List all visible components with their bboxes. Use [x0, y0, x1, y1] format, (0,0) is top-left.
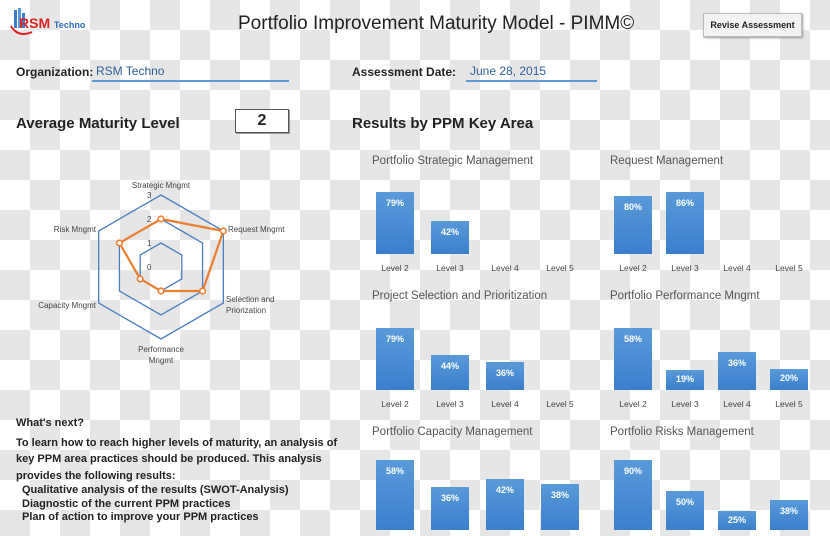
- bar-category-label: Level 4: [491, 399, 519, 409]
- radar-grid-ring: [118, 218, 204, 316]
- radar-axis-label: Capacity Mngmt: [38, 301, 97, 310]
- average-maturity-label: Average Maturity Level: [16, 115, 180, 132]
- next-item: Diagnostic of the current PPM practices: [22, 497, 231, 510]
- bar: 25%: [718, 510, 756, 530]
- logo-mark-icon: RSM Techno: [10, 8, 86, 35]
- bar: 79%: [376, 192, 414, 254]
- page-title: Portfolio Improvement Maturity Model - P…: [238, 13, 635, 34]
- rsm-techno-logo: RSM Techno: [8, 8, 108, 38]
- revise-assessment-button[interactable]: Revise Assessment: [703, 13, 802, 37]
- bar-chart-title: Portfolio Risks Management: [610, 426, 754, 438]
- radar-axis-label: Request Mngmt: [228, 225, 285, 234]
- svg-text:Techno: Techno: [54, 20, 86, 30]
- bar: 80%: [614, 196, 652, 254]
- bar: 42%: [486, 479, 524, 530]
- bar-category-label: Level 4: [723, 399, 751, 409]
- radar-axis-label: Mngmt: [149, 356, 174, 365]
- bar: 86%: [666, 192, 704, 254]
- bar: 38%: [770, 500, 808, 530]
- radar-chart: 0 1 2 3Strategic Mngmt Request Mngmt Selectio…: [38, 181, 285, 365]
- bar: 50%: [666, 491, 704, 530]
- bar: 79%: [376, 328, 414, 390]
- radar-tick-label: 1: [147, 239, 152, 248]
- bar-category-label: Level 5: [546, 399, 574, 409]
- whats-next-heading: What's next?: [16, 417, 85, 429]
- assessment-date-field[interactable]: June 28, 2015: [466, 64, 597, 82]
- average-maturity-value: 2: [235, 109, 289, 133]
- radar-axis-label: Performance: [138, 345, 184, 354]
- radar-axis-label: Strategic Mngmt: [132, 181, 191, 190]
- next-item: Plan of action to improve your PPM pract…: [22, 511, 259, 523]
- bar-chart-title: Project Selection and Prioritization: [372, 290, 548, 302]
- bar: 42%: [431, 221, 469, 254]
- bar-category-label: Level 5: [775, 263, 803, 273]
- bar-category-label: Level 4: [723, 263, 751, 273]
- next-item: Qualitative analysis of the results (SWO…: [22, 484, 289, 496]
- radar-tick-label: 0: [147, 263, 152, 272]
- bar-chart-title: Portfolio Performance Mngmt: [610, 290, 760, 302]
- bar-category-label: Level 5: [775, 399, 803, 409]
- bar: 20%: [770, 368, 808, 390]
- whats-next-section: What's next? To learn how to reach highe…: [16, 415, 346, 525]
- bar-chart-title: Portfolio Capacity Management: [372, 426, 533, 438]
- bar: 44%: [431, 355, 469, 390]
- radar-axis-label: Risk Mngmt: [54, 225, 97, 234]
- bar-category-label: Level 2: [381, 399, 409, 409]
- bar: 19%: [666, 369, 704, 390]
- bar: 36%: [718, 351, 756, 390]
- organization-label: Organization:: [16, 65, 94, 79]
- bar: 58%: [614, 328, 652, 390]
- svg-text:RSM: RSM: [19, 15, 50, 31]
- radar-series-line: [117, 217, 225, 293]
- bar-category-label: Level 2: [619, 399, 647, 409]
- bar-category-label: Level 2: [381, 263, 409, 273]
- bar-category-label: Level 3: [671, 263, 699, 273]
- radar-point: [136, 275, 144, 283]
- bar-category-label: Level 4: [491, 263, 519, 273]
- radar-tick-label: 2: [147, 215, 152, 224]
- bar: 36%: [431, 486, 469, 530]
- bar-category-label: Level 2: [619, 263, 647, 273]
- bar: 58%: [376, 460, 414, 530]
- organization-field[interactable]: RSM Techno: [92, 64, 289, 82]
- radar-point: [115, 239, 124, 247]
- bar-category-label: Level 5: [546, 263, 574, 273]
- assessment-date-label: Assessment Date:: [352, 65, 457, 79]
- radar-axis-label: Priorization: [226, 306, 266, 315]
- radar-point: [157, 287, 165, 295]
- bar: 38%: [541, 484, 579, 530]
- radar-tick-label: 3: [147, 191, 152, 200]
- bar: 90%: [614, 460, 652, 530]
- results-title: Results by PPM Key Area: [352, 115, 534, 132]
- radar-axis-label: Selection and: [226, 295, 274, 304]
- bar: 36%: [486, 361, 524, 390]
- whats-next-body: To learn how to reach higher levels of m…: [16, 436, 338, 482]
- bar-category-label: Level 3: [436, 263, 464, 273]
- bar-chart-title: Request Management: [610, 155, 724, 167]
- radar-point: [198, 287, 207, 295]
- bar-category-label: Level 3: [436, 399, 464, 409]
- radar-point: [219, 227, 227, 235]
- bar-chart-title: Portfolio Strategic Management: [372, 155, 534, 167]
- radar-point: [157, 215, 165, 223]
- bar-category-label: Level 3: [671, 399, 699, 409]
